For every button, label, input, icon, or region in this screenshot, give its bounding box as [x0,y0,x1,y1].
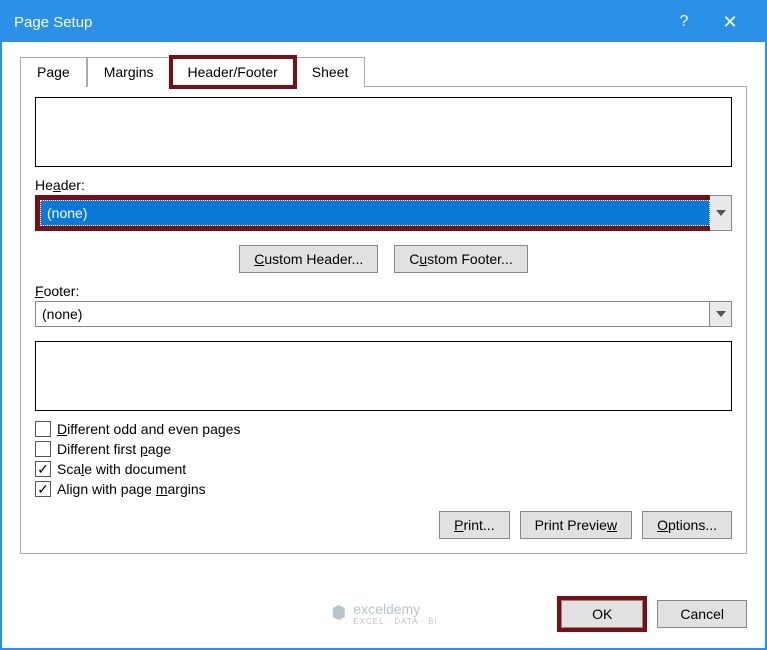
options-button[interactable]: Options... [642,511,732,539]
close-icon[interactable]: ✕ [707,2,753,42]
tab-margins[interactable]: Margins [87,57,171,87]
checkbox-align-margins-label: Align with page margins [57,481,206,497]
titlebar: Page Setup ? ✕ [2,2,765,42]
help-icon[interactable]: ? [661,2,707,42]
custom-footer-button[interactable]: Custom Footer... [394,245,528,273]
footer-label: Footer: [35,283,732,299]
checkbox-diff-odd-even[interactable] [35,421,51,437]
checkbox-scale-document-label: Scale with document [57,461,186,477]
header-label: Header: [35,177,732,193]
ok-button[interactable]: OK [561,600,643,628]
tab-pane-header-footer: Header: (none) Custom Header... Custom F… [20,86,747,554]
footer-dropdown-button[interactable] [710,301,732,327]
window-title: Page Setup [14,14,661,31]
checkbox-diff-first-page[interactable] [35,441,51,457]
tab-page[interactable]: Page [20,57,87,87]
checkbox-diff-first-page-label: Different first page [57,441,171,457]
checkbox-align-margins[interactable] [35,481,51,497]
tab-header-footer[interactable]: Header/Footer [171,57,295,87]
print-button[interactable]: Print... [439,511,509,539]
header-dropdown[interactable]: (none) [40,200,710,226]
custom-header-button[interactable]: Custom Header... [239,245,378,273]
footer-dropdown[interactable]: (none) [35,301,710,327]
footer-preview [35,341,732,411]
tab-strip: Page Margins Header/Footer Sheet [20,56,747,86]
chevron-down-icon [716,210,726,216]
page-setup-dialog: Page Setup ? ✕ Page Margins Header/Foote… [0,0,767,650]
chevron-down-icon [716,311,726,317]
print-preview-button[interactable]: Print Preview [520,511,632,539]
checkbox-diff-odd-even-label: Different odd and even pages [57,421,240,437]
cancel-button[interactable]: Cancel [657,600,747,628]
tab-sheet[interactable]: Sheet [295,57,366,87]
checkbox-scale-document[interactable] [35,461,51,477]
header-preview [35,97,732,167]
header-dropdown-button[interactable] [710,195,732,231]
